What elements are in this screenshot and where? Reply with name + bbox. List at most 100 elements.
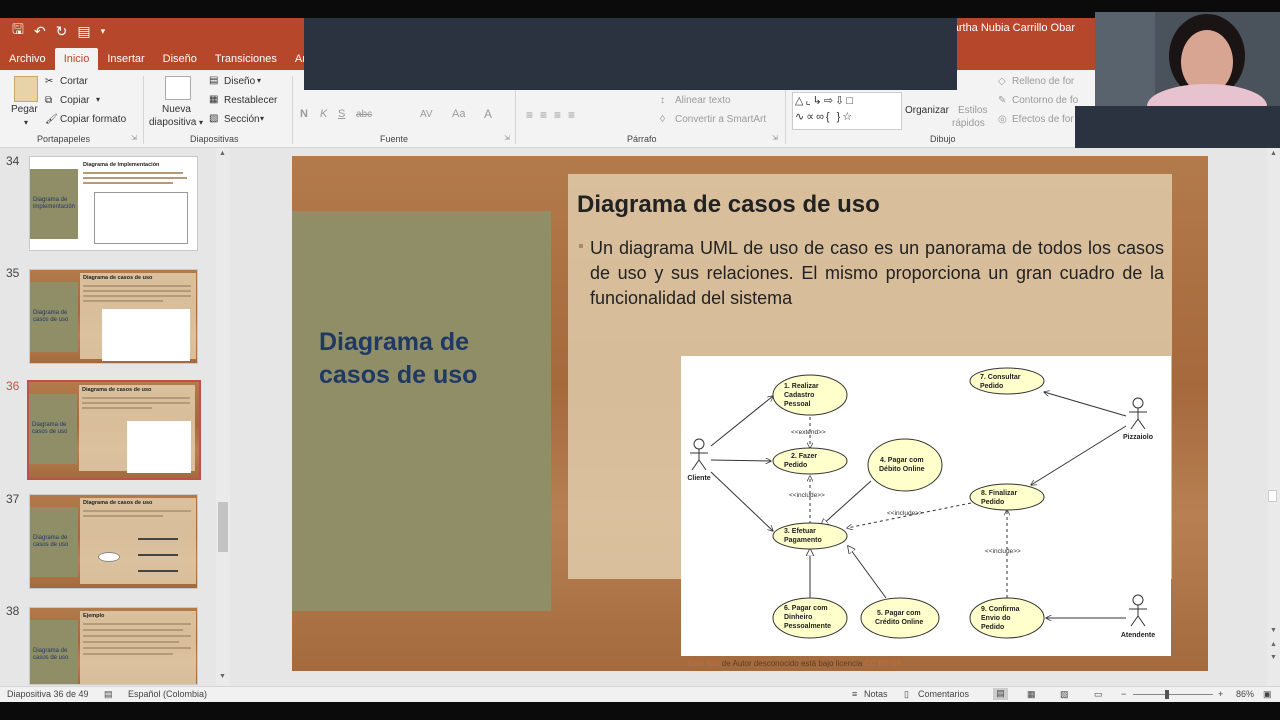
section-dropdown-icon[interactable]: ▾ — [260, 114, 264, 123]
comments-icon[interactable]: ▯ — [904, 689, 909, 700]
license-link[interactable]: CC BY-SA — [865, 659, 902, 668]
slide-thumbnail-36[interactable]: Diagrama de casos de uso Diagrama de cas… — [27, 380, 201, 480]
scroll-down-icon[interactable]: ▼ — [1270, 627, 1277, 634]
reset-button[interactable]: Restablecer — [224, 95, 277, 106]
use-case-diagram-image[interactable]: Cliente Pizzaiolo Atendente 1. Realizar … — [681, 356, 1171, 656]
slide-side-title[interactable]: Diagrama de casos de uso — [319, 326, 539, 392]
cut-button[interactable]: Cortar — [60, 76, 88, 87]
align-buttons-icon[interactable]: ≡≡≡≡ — [526, 108, 582, 122]
copy-dropdown-icon[interactable]: ▾ — [96, 95, 100, 104]
save-icon[interactable]: 🖫 — [12, 19, 24, 43]
reset-icon[interactable]: ▦ — [209, 94, 218, 105]
tab-insertar[interactable]: Insertar — [98, 48, 153, 70]
redo-icon[interactable]: ↻ — [56, 23, 68, 40]
new-slide-button[interactable]: Nueva — [162, 104, 191, 115]
font-color-button[interactable]: A — [484, 107, 492, 121]
scroll-up-icon[interactable]: ▲ — [219, 150, 226, 157]
format-painter-button[interactable]: Copiar formato — [60, 114, 126, 125]
slideshow-icon[interactable]: ▭ — [1094, 689, 1103, 700]
divider — [143, 76, 144, 144]
tab-archivo[interactable]: Archivo — [0, 48, 55, 70]
slide-title[interactable]: Diagrama de casos de uso — [577, 191, 880, 219]
thumbnail-scrollbar[interactable] — [216, 148, 230, 686]
shapes-gallery[interactable]: △⌞↳⇨⇩□ ∿∝∞{ }☆ — [792, 92, 902, 130]
italic-button[interactable]: K — [320, 108, 327, 120]
layout-button[interactable]: Diseño — [224, 76, 255, 87]
copy-button[interactable]: Copiar — [60, 95, 89, 106]
slide-thumbnail-37[interactable]: Diagrama de casos de uso Diagrama de cas… — [29, 494, 198, 589]
dialog-launcher-icon[interactable]: ⇲ — [131, 134, 137, 142]
slide-bullet-text[interactable]: Un diagrama UML de uso de caso es un pan… — [590, 236, 1164, 311]
paste-dropdown-icon[interactable]: ▾ — [24, 118, 28, 127]
zoom-in-icon[interactable]: + — [1218, 689, 1223, 699]
change-case-button[interactable]: Aa — [452, 108, 465, 120]
align-text-button[interactable]: Alinear texto — [675, 95, 731, 106]
spellcheck-icon[interactable]: ▤ — [104, 689, 113, 700]
thumbnail-scrollbar-thumb[interactable] — [218, 502, 228, 552]
slide-thumbnail-35[interactable]: Diagrama de casos de uso Diagrama de cas… — [29, 269, 198, 364]
thumb-title: Diagrama de casos de uso — [82, 387, 152, 393]
credit-link[interactable]: Esta foto — [688, 659, 720, 668]
webcam-feed — [1095, 12, 1280, 106]
reading-view-icon[interactable]: ▧ — [1060, 689, 1069, 700]
format-painter-icon[interactable]: 🖌 — [45, 114, 58, 125]
new-slide-dropdown-icon[interactable]: ▾ — [199, 118, 203, 127]
user-name[interactable]: Martha Nubia Carrillo Obar — [944, 22, 1075, 34]
slide-thumbnail-38[interactable]: Diagrama de casos de uso Ejemplo — [29, 607, 198, 685]
shape-effects-icon[interactable]: ◎ — [998, 114, 1007, 125]
use-case-9-line1: 9. Confirma — [981, 606, 1020, 613]
smartart-icon[interactable]: ◊ — [660, 114, 665, 125]
text-direction-icon[interactable]: ↕ — [660, 95, 665, 106]
bold-button[interactable]: N — [300, 108, 308, 120]
char-spacing-button[interactable]: AV — [420, 109, 433, 120]
language[interactable]: Español (Colombia) — [128, 689, 207, 699]
tab-transiciones[interactable]: Transiciones — [206, 48, 286, 70]
normal-view-icon[interactable]: ▤ — [993, 688, 1008, 700]
notes-icon[interactable]: ≡ — [852, 689, 857, 699]
quick-styles-button-line2[interactable]: rápidos — [952, 118, 985, 129]
quick-styles-button[interactable]: Estilos — [958, 105, 987, 116]
copy-icon[interactable]: ⧉ — [45, 95, 52, 106]
scroll-down-icon[interactable]: ▼ — [219, 673, 226, 680]
include-label-2: <<include>> — [887, 510, 923, 517]
new-slide-icon[interactable] — [165, 76, 191, 100]
present-icon[interactable]: ▤ — [77, 23, 90, 40]
shape-outline-button[interactable]: Contorno de fo — [1012, 95, 1078, 106]
zoom-out-icon[interactable]: − — [1121, 689, 1126, 699]
shape-effects-button[interactable]: Efectos de for — [1012, 114, 1074, 125]
new-slide-button-line2[interactable]: diapositiva — [149, 117, 196, 128]
notes-button[interactable]: Notas — [864, 689, 888, 699]
layout-icon[interactable]: ▤ — [209, 75, 218, 86]
layout-dropdown-icon[interactable]: ▾ — [257, 76, 261, 85]
next-slide-icon[interactable]: ▼ — [1270, 654, 1277, 661]
tab-diseno[interactable]: Diseño — [154, 48, 206, 70]
zoom-slider-thumb[interactable] — [1165, 690, 1169, 699]
dialog-launcher-icon[interactable]: ⇲ — [772, 134, 778, 142]
tab-inicio[interactable]: Inicio — [54, 48, 99, 70]
undo-icon[interactable]: ↶ — [34, 23, 46, 40]
shape-fill-icon[interactable]: ◇ — [998, 76, 1006, 87]
section-button[interactable]: Sección — [224, 114, 260, 125]
paste-icon[interactable] — [14, 76, 38, 102]
strikethrough-button[interactable]: abc — [356, 109, 372, 120]
paste-button[interactable]: Pegar — [11, 104, 38, 115]
slide-sorter-icon[interactable]: ▦ — [1027, 689, 1036, 700]
shape-outline-icon[interactable]: ✎ — [998, 95, 1006, 106]
scroll-up-icon[interactable]: ▲ — [1270, 150, 1277, 157]
comments-button[interactable]: Comentarios — [918, 689, 969, 699]
dialog-launcher-icon[interactable]: ⇲ — [504, 134, 510, 142]
fit-to-window-icon[interactable]: ▣ — [1263, 689, 1272, 700]
cut-icon[interactable]: ✂ — [45, 76, 53, 87]
organize-button[interactable]: Organizar — [905, 105, 949, 116]
customize-qat-icon[interactable]: ▾ — [101, 26, 106, 37]
previous-slide-icon[interactable]: ▲ — [1270, 641, 1277, 648]
underline-button[interactable]: S — [338, 108, 345, 120]
section-icon[interactable]: ▧ — [209, 113, 218, 124]
slide-scrollbar[interactable] — [1267, 148, 1280, 686]
convert-smartart-button[interactable]: Convertir a SmartArt — [675, 114, 766, 125]
slide-thumbnail-34[interactable]: Diagrama de implementación Diagrama de I… — [29, 156, 198, 251]
zoom-slider[interactable] — [1133, 694, 1213, 695]
shape-fill-button[interactable]: Relleno de for — [1012, 76, 1074, 87]
zoom-level[interactable]: 86% — [1236, 689, 1254, 699]
slide-scrollbar-thumb[interactable] — [1268, 490, 1277, 502]
